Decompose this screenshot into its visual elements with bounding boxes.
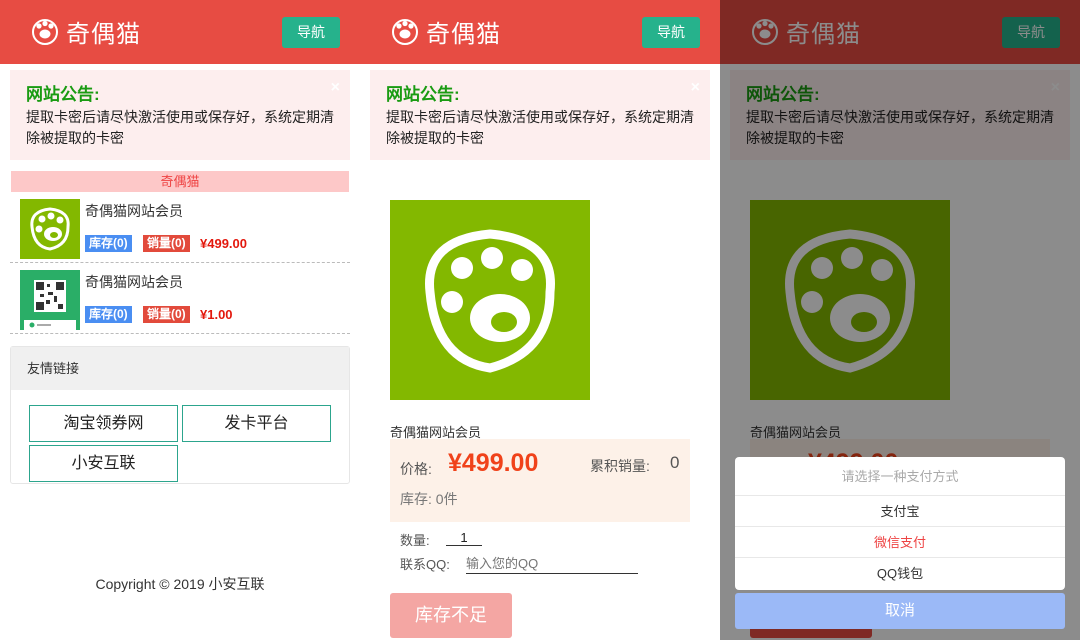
pay-option-wechat[interactable]: 微信支付 bbox=[735, 527, 1065, 558]
product-name: 奇偶猫网站会员 bbox=[85, 274, 183, 290]
sales-badge: 销量(0) bbox=[143, 235, 190, 252]
notice-body: 提取卡密后请尽快激活使用或保存好，系统定期清除被提取的卡密 bbox=[26, 109, 334, 146]
payment-method-sheet: 请选择一种支付方式 支付宝 微信支付 QQ钱包 bbox=[735, 457, 1065, 590]
friend-links-panel: 友情链接 淘宝领券网 发卡平台 小安互联 bbox=[10, 346, 350, 484]
header-bar: 奇偶猫 导航 bbox=[360, 0, 720, 64]
stock-text: 库存: 0件 bbox=[400, 491, 458, 507]
header-bar: 奇偶猫 导航 bbox=[0, 0, 360, 64]
logo-text: 奇偶猫 bbox=[66, 19, 141, 48]
category-header[interactable]: 奇偶猫 bbox=[11, 171, 349, 192]
product-list-item[interactable]: 奇偶猫网站会员 库存(0) 销量(0) ¥1.00 bbox=[10, 264, 350, 334]
product-image bbox=[390, 200, 590, 400]
notice-title: 网站公告: bbox=[26, 85, 100, 104]
buy-button[interactable]: 库存不足 bbox=[390, 593, 512, 638]
stock-badge: 库存(0) bbox=[85, 235, 132, 252]
sales-value: 0 bbox=[670, 453, 680, 472]
sales-label: 累积销量: bbox=[590, 458, 650, 474]
product-price: ¥499.00 bbox=[200, 236, 247, 251]
product-list-item[interactable]: 奇偶猫网站会员 库存(0) 销量(0) ¥499.00 bbox=[10, 193, 350, 263]
qq-label: 联系QQ: bbox=[400, 557, 450, 572]
qq-input[interactable] bbox=[466, 554, 638, 574]
product-detail-screen: 奇偶猫 导航 网站公告: 提取卡密后请尽快激活使用或保存好，系统定期清除被提取的… bbox=[360, 0, 720, 640]
close-icon[interactable]: × bbox=[331, 80, 340, 96]
wechat-qr-code-icon bbox=[20, 270, 80, 330]
pay-option-alipay[interactable]: 支付宝 bbox=[735, 496, 1065, 527]
price-box: 价格: ¥499.00 累积销量: 0 库存: 0件 bbox=[390, 439, 690, 522]
cancel-button[interactable]: 取消 bbox=[735, 593, 1065, 629]
site-logo[interactable]: 奇偶猫 bbox=[30, 12, 141, 50]
notice-box: 网站公告: 提取卡密后请尽快激活使用或保存好，系统定期清除被提取的卡密 × bbox=[10, 70, 350, 160]
logo-text: 奇偶猫 bbox=[426, 19, 501, 48]
nav-button[interactable]: 导航 bbox=[282, 17, 340, 48]
friend-links-title: 友情链接 bbox=[11, 347, 349, 390]
pay-option-qq-wallet[interactable]: QQ钱包 bbox=[735, 558, 1065, 589]
close-icon[interactable]: × bbox=[691, 80, 700, 96]
quantity-label: 数量: bbox=[400, 533, 430, 548]
store-list-screen: 奇偶猫 导航 网站公告: 提取卡密后请尽快激活使用或保存好，系统定期清除被提取的… bbox=[0, 0, 360, 640]
notice-box: 网站公告: 提取卡密后请尽快激活使用或保存好，系统定期清除被提取的卡密 × bbox=[370, 70, 710, 160]
friend-link[interactable]: 小安互联 bbox=[29, 445, 178, 482]
paw-icon bbox=[392, 19, 418, 45]
quantity-input[interactable]: 1 bbox=[446, 530, 482, 546]
stock-badge: 库存(0) bbox=[85, 306, 132, 323]
notice-body: 提取卡密后请尽快激活使用或保存好，系统定期清除被提取的卡密 bbox=[386, 109, 694, 146]
price-value: ¥499.00 bbox=[448, 449, 539, 477]
friend-link[interactable]: 发卡平台 bbox=[182, 405, 331, 442]
nav-button[interactable]: 导航 bbox=[642, 17, 700, 48]
product-name: 奇偶猫网站会员 bbox=[85, 203, 183, 219]
copyright-footer: Copyright © 2019 小安互联 bbox=[95, 576, 265, 592]
site-logo[interactable]: 奇偶猫 bbox=[390, 12, 501, 50]
payment-sheet-title: 请选择一种支付方式 bbox=[735, 457, 1065, 496]
notice-title: 网站公告: bbox=[386, 85, 460, 104]
friend-link[interactable]: 淘宝领券网 bbox=[29, 405, 178, 442]
product-price: ¥1.00 bbox=[200, 307, 233, 322]
paw-icon bbox=[32, 19, 58, 45]
sales-badge: 销量(0) bbox=[143, 306, 190, 323]
price-label: 价格: bbox=[400, 461, 432, 477]
paw-logo-icon bbox=[20, 199, 80, 259]
